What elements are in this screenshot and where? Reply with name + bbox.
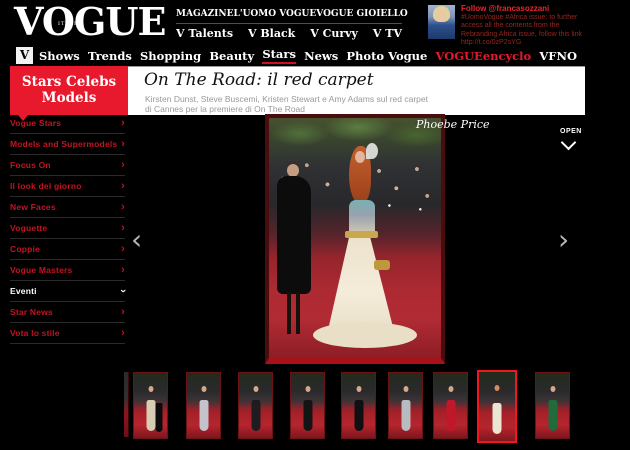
page-title: On The Road: il red carpet xyxy=(144,70,374,90)
top-menu-row1: MAGAZINE L'UOMO VOGUE VOGUE GIOIELLO xyxy=(176,9,402,19)
phoebe-gold-belt xyxy=(345,231,378,238)
sidebar-item-label: Eventi xyxy=(10,286,37,296)
bystander-leg xyxy=(296,292,300,334)
chevron-down-icon: › xyxy=(118,289,128,293)
twitter-line: access all the contents from the xyxy=(461,22,591,30)
gallery-thumbnail-5[interactable] xyxy=(341,372,376,439)
chevron-right-icon: › xyxy=(121,139,125,149)
sidebar-item-il-look-del-giorno[interactable]: Il look del giorno › xyxy=(10,176,125,197)
sidebar-item-label: Vota lo stile xyxy=(10,328,60,338)
previous-photo-button[interactable]: ‹ xyxy=(131,226,142,254)
gallery-thumbnail-8-selected[interactable] xyxy=(477,370,517,443)
top-menu-row2: V Talents V Black V Curvy V TV xyxy=(176,27,402,40)
twitter-line: #UomoVogue #Africa issue: to further xyxy=(461,14,591,22)
section-badge-line1: Stars Celebs xyxy=(10,74,128,90)
sidebar-nav: Vogue Stars › Models and Supermodels › F… xyxy=(0,113,128,344)
nav-items: Shows Trends Shopping Beauty Stars News … xyxy=(39,46,577,65)
photo-caption: Phoebe Price xyxy=(416,118,490,131)
next-photo-button[interactable]: › xyxy=(558,226,569,254)
menu-luomo-vogue[interactable]: L'UOMO VOGUE xyxy=(233,9,316,19)
gallery-thumbnail-partial[interactable] xyxy=(124,372,129,437)
sidebar-item-label: Vogue Stars xyxy=(10,118,61,128)
main-photo[interactable] xyxy=(265,114,445,364)
sidebar-item-label: Coppie xyxy=(10,244,40,254)
bystander-in-black xyxy=(277,176,311,294)
chevron-right-icon: › xyxy=(121,118,125,128)
sidebar-item-vota-lo-stile[interactable]: Vota lo stile › xyxy=(10,323,125,344)
sidebar-item-label: Voguette xyxy=(10,223,47,233)
menu-v-black[interactable]: V Black xyxy=(248,27,295,40)
twitter-status-text: #UomoVogue #Africa issue: to further acc… xyxy=(461,14,591,48)
sidebar-item-label: Vogue Masters xyxy=(10,265,72,275)
gallery-thumbnail-1[interactable] xyxy=(133,372,168,439)
bystander-leg xyxy=(287,292,291,334)
sidebar-item-vogue-masters[interactable]: Vogue Masters › xyxy=(10,260,125,281)
page-subtitle: Kirsten Dunst, Steve Buscemi, Kristen St… xyxy=(145,94,428,114)
nav-item-news[interactable]: News xyxy=(304,49,338,63)
sidebar-item-coppie[interactable]: Coppie › xyxy=(10,239,125,260)
sidebar-item-new-faces[interactable]: New Faces › xyxy=(10,197,125,218)
sidebar-item-star-news[interactable]: Star News › xyxy=(10,302,125,323)
nav-item-photo-vogue[interactable]: Photo Vogue xyxy=(346,49,427,63)
sidebar-item-focus-on[interactable]: Focus On › xyxy=(10,155,125,176)
vogue-logo[interactable]: VOGUE xyxy=(14,1,165,43)
sidebar-item-eventi[interactable]: Eventi › xyxy=(10,281,125,302)
sidebar-item-voguette[interactable]: Voguette › xyxy=(10,218,125,239)
chevron-right-icon: › xyxy=(121,265,125,275)
gallery-thumbnail-7[interactable] xyxy=(433,372,468,439)
phoebe-gold-clutch xyxy=(374,260,390,270)
menu-v-curvy[interactable]: V Curvy xyxy=(310,27,358,40)
sidebar-item-label: Focus On xyxy=(10,160,51,170)
nav-item-trends[interactable]: Trends xyxy=(88,49,132,63)
open-button[interactable]: OPEN xyxy=(560,128,582,135)
menu-v-tv[interactable]: V TV xyxy=(373,27,402,40)
gallery-thumbnail-3[interactable] xyxy=(238,372,273,439)
nav-item-beauty[interactable]: Beauty xyxy=(209,49,254,63)
section-badge-line2: Models xyxy=(10,90,128,106)
sidebar-item-label: Star News xyxy=(10,307,53,317)
phoebe-gown-train xyxy=(313,322,417,348)
franca-sozzani-avatar[interactable] xyxy=(428,5,455,39)
nav-item-vogueencyclo[interactable]: VOGUEencyclo xyxy=(435,49,531,63)
sidebar-item-vogue-stars[interactable]: Vogue Stars › xyxy=(10,113,125,134)
sidebar-item-models-and-supermodels[interactable]: Models and Supermodels › xyxy=(10,134,125,155)
phoebe-face xyxy=(355,151,365,163)
avatar-face xyxy=(437,11,446,22)
nav-item-stars[interactable]: Stars xyxy=(262,47,296,64)
menu-vogue-gioiello[interactable]: VOGUE GIOIELLO xyxy=(316,9,408,19)
gallery-thumbnail-6[interactable] xyxy=(388,372,423,439)
page-subtitle-line1: Kirsten Dunst, Steve Buscemi, Kristen St… xyxy=(145,94,428,104)
nav-item-shows[interactable]: Shows xyxy=(39,49,80,63)
sidebar-item-label: Models and Supermodels xyxy=(10,139,117,149)
twitter-line: Rebranding Africa issue, follow this lin… xyxy=(461,31,591,39)
sidebar-item-label: Il look del giorno xyxy=(10,181,82,191)
chevron-right-icon: › xyxy=(121,244,125,254)
chevron-right-icon: › xyxy=(121,160,125,170)
phoebe-feather-headpiece xyxy=(366,143,378,159)
chevron-right-icon: › xyxy=(121,202,125,212)
chevron-right-icon: › xyxy=(121,223,125,233)
nav-item-shopping[interactable]: Shopping xyxy=(140,49,201,63)
nav-item-vfno[interactable]: VFNO xyxy=(539,49,577,63)
page-subtitle-line2: di Cannes per la premiere di On The Road xyxy=(145,104,428,114)
open-chevron-down-icon[interactable] xyxy=(561,135,577,151)
chevron-right-icon: › xyxy=(121,307,125,317)
phoebe-sequined-bodice xyxy=(349,200,375,233)
section-badge-stars-celebs-models[interactable]: Stars Celebs Models xyxy=(10,66,128,115)
gallery-thumbnail-2[interactable] xyxy=(186,372,221,439)
top-menu-divider xyxy=(176,23,402,24)
chevron-right-icon: › xyxy=(121,328,125,338)
sidebar-item-label: New Faces xyxy=(10,202,56,212)
nav-v-home-button[interactable]: V xyxy=(16,47,33,64)
chevron-right-icon: › xyxy=(121,181,125,191)
twitter-follow-link[interactable]: Follow @francasozzani xyxy=(461,4,549,13)
menu-v-talents[interactable]: V Talents xyxy=(176,27,233,40)
menu-magazine[interactable]: MAGAZINE xyxy=(176,9,233,19)
gallery-thumbnail-4[interactable] xyxy=(290,372,325,439)
gallery-thumbnail-9[interactable] xyxy=(535,372,570,439)
vogue-logo-country: ITALIA xyxy=(58,21,82,27)
